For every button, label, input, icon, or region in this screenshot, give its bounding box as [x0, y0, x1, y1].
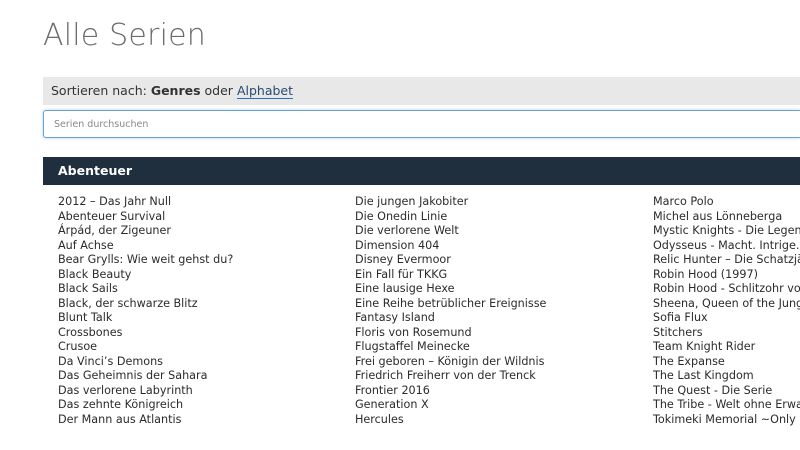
sort-bar: Sortieren nach: Genres oder Alphabet: [43, 77, 800, 105]
series-link[interactable]: Sofia Flux: [653, 311, 800, 326]
series-link[interactable]: Frei geboren – Königin der Wildnis: [355, 355, 652, 370]
series-link[interactable]: Crossbones: [58, 326, 355, 341]
series-link[interactable]: Fantasy Island: [355, 311, 652, 326]
series-link[interactable]: Die Onedin Linie: [355, 210, 652, 225]
series-link[interactable]: Das Geheimnis der Sahara: [58, 369, 355, 384]
series-link[interactable]: Die jungen Jakobiter: [355, 195, 652, 210]
series-link[interactable]: Floris von Rosemund: [355, 326, 652, 341]
series-link[interactable]: Frontier 2016: [355, 384, 652, 399]
series-link[interactable]: Disney Evermoor: [355, 253, 652, 268]
series-search-input[interactable]: [43, 110, 800, 138]
series-column-3: Marco Polo Michel aus Lönneberga Mystic Kn…: [653, 195, 800, 427]
series-link[interactable]: Marco Polo: [653, 195, 800, 210]
sort-option-genres[interactable]: Genres: [151, 83, 201, 98]
page-title: Alle Serien: [43, 18, 207, 53]
series-column-2: Die jungen Jakobiter Die Onedin Linie Die …: [355, 195, 652, 427]
series-link[interactable]: Der Mann aus Atlantis: [58, 413, 355, 428]
series-link[interactable]: Eine Reihe betrüblicher Ereignisse: [355, 297, 652, 312]
series-link[interactable]: Black Beauty: [58, 268, 355, 283]
sort-separator: oder: [204, 83, 233, 98]
series-link[interactable]: The Tribe - Welt ohne Erwac: [653, 398, 800, 413]
series-link[interactable]: Sheena, Queen of the Jungle: [653, 297, 800, 312]
series-link[interactable]: 2012 – Das Jahr Null: [58, 195, 355, 210]
series-link[interactable]: Dimension 404: [355, 239, 652, 254]
series-link[interactable]: Das verlorene Labyrinth: [58, 384, 355, 399]
sort-prefix: Sortieren nach:: [51, 83, 147, 98]
series-link[interactable]: Black Sails: [58, 282, 355, 297]
series-link[interactable]: Robin Hood (1997): [653, 268, 800, 283]
series-link[interactable]: Tokimeki Memorial ~Only Lo: [653, 413, 800, 428]
series-link[interactable]: Ein Fall für TKKG: [355, 268, 652, 283]
series-link[interactable]: Generation X: [355, 398, 652, 413]
series-link[interactable]: Mystic Knights - Die Legende: [653, 224, 800, 239]
series-link[interactable]: Bear Grylls: Wie weit gehst du?: [58, 253, 355, 268]
series-link[interactable]: Die verlorene Welt: [355, 224, 652, 239]
series-link[interactable]: Blunt Talk: [58, 311, 355, 326]
series-link[interactable]: Hercules: [355, 413, 652, 428]
series-link[interactable]: The Last Kingdom: [653, 369, 800, 384]
series-link[interactable]: Relic Hunter – Die Schatzjäg: [653, 253, 800, 268]
series-link[interactable]: Auf Achse: [58, 239, 355, 254]
series-link[interactable]: Odysseus - Macht. Intrige. M: [653, 239, 800, 254]
series-link[interactable]: Das zehnte Königreich: [58, 398, 355, 413]
series-link[interactable]: Da Vinci’s Demons: [58, 355, 355, 370]
series-link[interactable]: Crusoe: [58, 340, 355, 355]
series-link[interactable]: The Expanse: [653, 355, 800, 370]
series-link[interactable]: Black, der schwarze Blitz: [58, 297, 355, 312]
series-link[interactable]: Team Knight Rider: [653, 340, 800, 355]
series-column-1: 2012 – Das Jahr Null Abenteuer Survival Ár…: [58, 195, 355, 427]
series-link[interactable]: Eine lausige Hexe: [355, 282, 652, 297]
series-link[interactable]: Friedrich Freiherr von der Trenck: [355, 369, 652, 384]
series-link[interactable]: Abenteuer Survival: [58, 210, 355, 225]
series-link[interactable]: Flugstaffel Meinecke: [355, 340, 652, 355]
series-link[interactable]: The Quest - Die Serie: [653, 384, 800, 399]
series-link[interactable]: Robin Hood - Schlitzohr von: [653, 282, 800, 297]
series-link[interactable]: Árpád, der Zigeuner: [58, 224, 355, 239]
series-link[interactable]: Michel aus Lönneberga: [653, 210, 800, 225]
series-link[interactable]: Stitchers: [653, 326, 800, 341]
sort-option-alphabet[interactable]: Alphabet: [236, 83, 294, 99]
genre-header: Abenteuer: [43, 157, 800, 185]
